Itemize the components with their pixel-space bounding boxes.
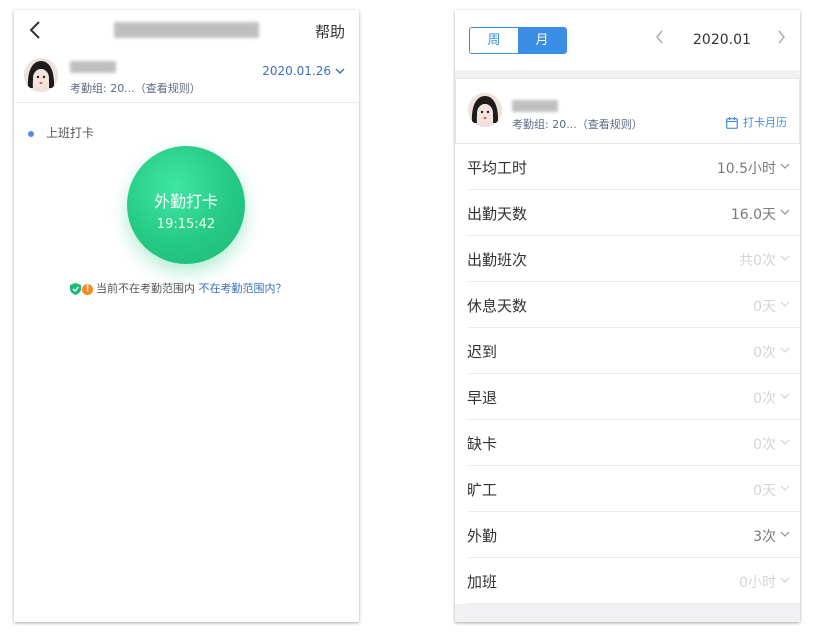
punch-time: 19:15:42 — [156, 217, 216, 232]
avatar — [24, 58, 58, 92]
selected-date: 2020.01.26 — [262, 64, 331, 78]
stat-label: 外勤 — [467, 527, 498, 545]
stat-value: 16.0天 — [730, 207, 776, 223]
week-month-toggle[interactable]: 周 月 — [469, 27, 567, 54]
calendar-link-label: 打卡月历 — [743, 116, 787, 129]
stat-label: 旷工 — [467, 481, 498, 499]
stat-value: 0次 — [753, 437, 776, 453]
chevron-down-icon — [780, 163, 790, 169]
stat-label: 早退 — [467, 389, 498, 407]
date-selector[interactable]: 2020.01.26 — [262, 64, 345, 78]
stat-row[interactable]: 迟到 0次 — [467, 328, 800, 374]
stat-label: 出勤班次 — [467, 251, 528, 269]
blurred-user-name — [70, 58, 116, 73]
stat-row[interactable]: 早退 0次 — [467, 374, 800, 420]
current-month: 2020.01 — [693, 32, 751, 48]
stat-label: 缺卡 — [467, 435, 498, 453]
group-text: 考勤组: 20... — [512, 118, 577, 131]
back-button[interactable] — [24, 18, 48, 42]
stat-label: 平均工时 — [467, 159, 528, 177]
chevron-down-icon — [780, 577, 790, 583]
blurred-user-name — [512, 97, 558, 112]
stat-label: 出勤天数 — [467, 205, 528, 223]
next-month-button[interactable] — [777, 30, 786, 48]
stat-row[interactable]: 出勤班次 共0次 — [467, 236, 800, 282]
stat-label: 加班 — [467, 573, 498, 591]
view-rules-link[interactable]: （查看规则） — [135, 82, 201, 95]
stats-list: 平均工时 10.5小时 出勤天数 16.0天 出勤班次 共0次 休息天数 0天 迟到 0次 早退 0次… — [455, 144, 800, 604]
stat-value: 0天 — [753, 483, 776, 499]
chevron-down-icon — [335, 64, 345, 78]
attendance-stats-screen: 周 月 2020.01 考勤组: 20...（查看规则） 打卡月历 平均工时 1… — [455, 10, 800, 622]
chevron-right-icon — [778, 30, 785, 44]
location-status-text: 当前不在考勤范围内 — [96, 282, 195, 295]
user-info: 考勤组: 20...（查看规则） 打卡月历 — [455, 78, 800, 144]
period-bar: 周 月 2020.01 — [455, 10, 800, 70]
chevron-down-icon — [780, 255, 790, 261]
stat-row[interactable]: 旷工 0天 — [467, 466, 800, 512]
stat-row[interactable]: 休息天数 0天 — [467, 282, 800, 328]
blurred-title — [114, 22, 259, 38]
field-punch-button[interactable]: 外勤打卡 19:15:42 — [127, 146, 245, 264]
stat-row[interactable]: 加班 0小时 — [467, 558, 800, 604]
user-info: 考勤组: 20...（查看规则） 2020.01.26 — [14, 54, 359, 103]
chevron-down-icon — [780, 439, 790, 445]
view-rules-link[interactable]: （查看规则） — [577, 118, 643, 131]
section-label: 上班打卡 — [46, 126, 95, 140]
stat-row[interactable]: 缺卡 0次 — [467, 420, 800, 466]
week-tab[interactable]: 周 — [470, 28, 518, 53]
attendance-group: 考勤组: 20...（查看规则） — [70, 80, 201, 96]
top-bar: 帮助 — [14, 10, 359, 50]
chevron-down-icon — [780, 301, 790, 307]
chevron-down-icon — [780, 393, 790, 399]
punch-screen: 帮助 考勤组: 20...（查看规则） 2020.01.26 上班打卡 外勤打卡… — [14, 10, 359, 622]
chevron-down-icon — [780, 485, 790, 491]
location-status: ! 当前不在考勤范围内 不在考勤范围内？ — [70, 280, 287, 296]
stat-row[interactable]: 出勤天数 16.0天 — [467, 190, 800, 236]
chevron-left-icon — [656, 30, 663, 44]
stat-row[interactable]: 外勤 3次 — [467, 512, 800, 558]
out-of-range-help-link[interactable]: 不在考勤范围内？ — [199, 282, 287, 295]
bullet-dot — [28, 130, 34, 137]
stat-value: 0次 — [753, 345, 776, 361]
stat-value: 0天 — [753, 299, 776, 315]
chevron-down-icon — [780, 209, 790, 215]
month-tab[interactable]: 月 — [518, 28, 566, 53]
warning-icon: ! — [82, 283, 93, 295]
calendar-icon — [726, 117, 738, 129]
stat-value: 3次 — [753, 529, 776, 545]
shield-icon — [70, 283, 81, 295]
stat-value: 10.5小时 — [716, 161, 776, 177]
punch-label: 外勤打卡 — [153, 192, 218, 211]
group-text: 考勤组: 20... — [70, 82, 135, 95]
stat-row[interactable]: 平均工时 10.5小时 — [467, 144, 800, 190]
prev-month-button[interactable] — [655, 30, 664, 48]
clock-in-section: 上班打卡 — [28, 124, 94, 141]
chevron-left-icon — [29, 21, 40, 39]
chevron-down-icon — [780, 531, 790, 537]
attendance-group: 考勤组: 20...（查看规则） — [512, 116, 643, 132]
stat-label: 休息天数 — [467, 297, 528, 315]
chevron-down-icon — [780, 347, 790, 353]
stat-label: 迟到 — [467, 343, 498, 361]
avatar — [468, 93, 502, 127]
punch-calendar-link[interactable]: 打卡月历 — [726, 114, 787, 130]
help-button[interactable]: 帮助 — [315, 21, 345, 42]
stat-value: 0小时 — [739, 575, 776, 591]
stat-value: 共0次 — [739, 253, 776, 269]
stat-value: 0次 — [753, 391, 776, 407]
